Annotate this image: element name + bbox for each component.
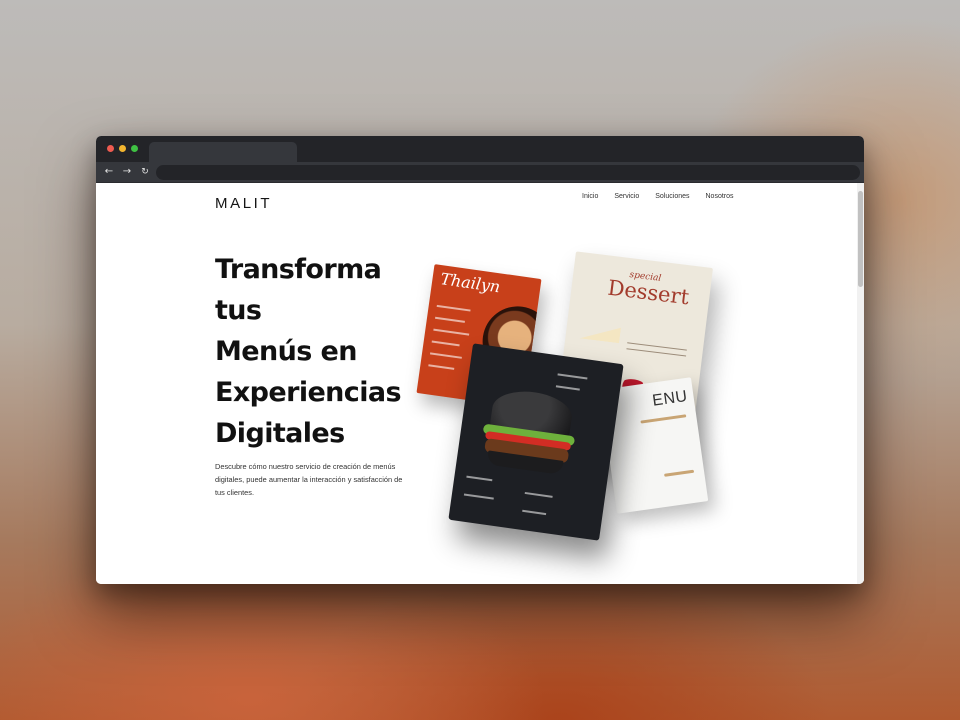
menu-text-line	[431, 340, 460, 347]
headline-line: Transforma	[215, 254, 382, 285]
browser-window: ← → ↻ MALIT Inicio Servicio Soluciones N…	[96, 136, 864, 584]
cheesecake-image	[579, 313, 622, 344]
menu-text-line	[522, 509, 547, 516]
nav-link-inicio[interactable]: Inicio	[582, 192, 598, 202]
maximize-window-button[interactable]	[131, 145, 138, 152]
menu-text-line	[557, 373, 588, 380]
close-window-button[interactable]	[107, 145, 114, 152]
headline-line: tus	[215, 295, 262, 326]
nav-link-servicio[interactable]: Servicio	[614, 192, 639, 202]
thai-menu-title: Thailyn	[439, 269, 502, 297]
page-viewport: MALIT Inicio Servicio Soluciones Nosotro…	[96, 183, 864, 584]
nav-link-nosotros[interactable]: Nosotros	[706, 192, 734, 202]
address-bar[interactable]	[156, 165, 860, 180]
vertical-scrollbar[interactable]	[857, 183, 864, 584]
browser-toolbar: ← → ↻	[96, 162, 864, 183]
headline-line: Menús en	[215, 336, 357, 367]
burger-menu-mockup	[448, 343, 624, 541]
reload-icon[interactable]: ↻	[138, 164, 152, 180]
menu-text-line	[433, 328, 470, 336]
site-nav: Inicio Servicio Soluciones Nosotros	[582, 192, 750, 202]
arrow-right-icon[interactable]: →	[120, 164, 134, 180]
hero-description: Descubre cómo nuestro servicio de creaci…	[215, 462, 403, 497]
dessert-menu-title: Dessert	[606, 275, 691, 310]
menu-text-line	[428, 364, 455, 370]
menu-text-line	[524, 491, 553, 498]
scrollbar-thumb[interactable]	[858, 191, 863, 287]
white-menu-title: ENU	[651, 387, 689, 410]
menu-text-line	[429, 352, 462, 359]
menu-text-line	[436, 304, 471, 312]
menu-text-line	[555, 385, 580, 391]
headline-line: Experiencias	[215, 377, 402, 408]
browser-titlebar	[96, 136, 864, 162]
arrow-left-icon[interactable]: ←	[102, 164, 116, 180]
menu-accent-bar	[664, 469, 695, 477]
nav-link-soluciones[interactable]: Soluciones	[655, 192, 689, 202]
browser-tab[interactable]	[149, 142, 297, 162]
menu-text-line	[466, 475, 493, 482]
menu-text-line	[434, 316, 465, 323]
menu-text-line	[463, 493, 494, 500]
site-logo[interactable]: MALIT	[215, 195, 272, 212]
menu-accent-bar	[640, 414, 687, 424]
headline-line: Digitales	[215, 418, 345, 449]
hero-headline: Transforma tus Menús en Experiencias Dig…	[215, 249, 435, 454]
minimize-window-button[interactable]	[119, 145, 126, 152]
